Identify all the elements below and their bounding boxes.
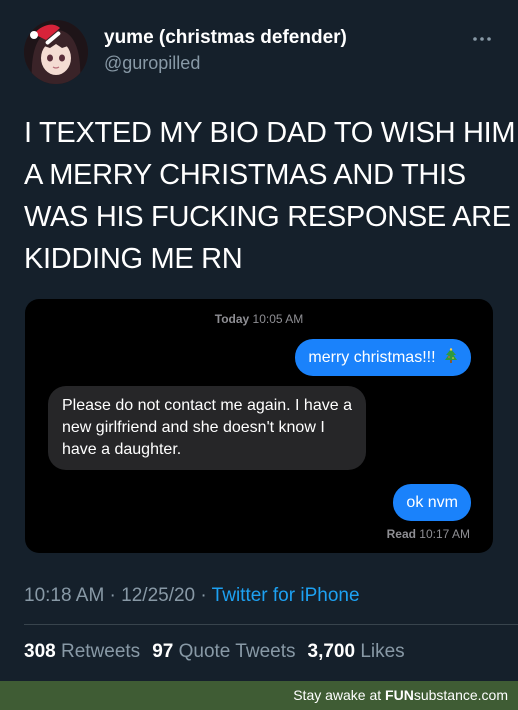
tweet-text-line: KIDDING ME RN <box>24 243 243 275</box>
message-bubble-incoming: Please do not contact me again. I have a… <box>48 386 366 470</box>
likes-count: 3,700 <box>307 641 356 662</box>
message-text: merry christmas!!! <box>308 349 436 366</box>
user-handle[interactable]: @guropilled <box>104 53 200 74</box>
more-icon[interactable] <box>472 22 492 48</box>
read-receipt: Read 10:17 AM <box>387 527 470 541</box>
quote-tweets-label: Quote Tweets <box>178 641 296 662</box>
message-bubble-outgoing: merry christmas!!! <box>295 339 471 376</box>
message-text: ok nvm <box>406 494 458 511</box>
likes-label: Likes <box>360 641 405 662</box>
retweets-count: 308 <box>24 641 56 662</box>
tweet-text-line: A MERRY CHRISTMAS AND THIS <box>24 159 466 191</box>
retweets-stat[interactable]: 308 Retweets <box>24 641 140 662</box>
tweet-source-link[interactable]: Twitter for iPhone <box>212 585 360 606</box>
retweets-label: Retweets <box>60 641 141 662</box>
read-time: 10:17 AM <box>419 527 470 541</box>
tweet-text-line: WAS HIS FUCKING RESPONSE ARE U <box>24 201 518 233</box>
watermark-brand-sub: substance.com <box>413 687 508 703</box>
read-label: Read <box>386 527 416 541</box>
watermark-brand: FUN <box>385 687 414 703</box>
avatar-image <box>24 20 88 84</box>
message-bubble-outgoing: ok nvm <box>393 484 471 521</box>
watermark-prefix: Stay awake at <box>293 687 386 703</box>
watermark-footer: Stay awake at FUNsubstance.com <box>0 681 518 710</box>
tweet-stats: 308 Retweets 97 Quote Tweets 3,700 Likes <box>24 641 405 663</box>
tweet-timestamp[interactable]: 10:18 AM · 12/25/20 · <box>24 585 212 606</box>
message-text: Please do not contact me again. I have a… <box>62 397 352 458</box>
tweet-text-line: I TEXTED MY BIO DAD TO WISH HIM <box>24 117 516 149</box>
watermark-text[interactable]: Stay awake at FUNsubstance.com <box>293 687 508 703</box>
divider <box>24 624 518 625</box>
attached-screenshot[interactable]: Today 10:05 AM merry christmas!!! Please… <box>25 299 493 553</box>
display-name[interactable]: yume (christmas defender) <box>104 27 347 49</box>
message-date-stamp: Today 10:05 AM <box>25 312 493 326</box>
likes-stat[interactable]: 3,700 Likes <box>308 641 405 662</box>
christmas-tree-icon <box>444 348 458 364</box>
quote-tweets-count: 97 <box>152 641 174 662</box>
tweet-text: I TEXTED MY BIO DAD TO WISH HIM A MERRY … <box>24 112 518 280</box>
quote-tweets-stat[interactable]: 97 Quote Tweets <box>152 641 295 662</box>
message-date-label: Today <box>214 312 250 326</box>
avatar[interactable] <box>24 20 88 84</box>
tweet-meta: 10:18 AM · 12/25/20 · Twitter for iPhone <box>24 585 360 607</box>
message-date-time: 10:05 AM <box>252 312 304 326</box>
